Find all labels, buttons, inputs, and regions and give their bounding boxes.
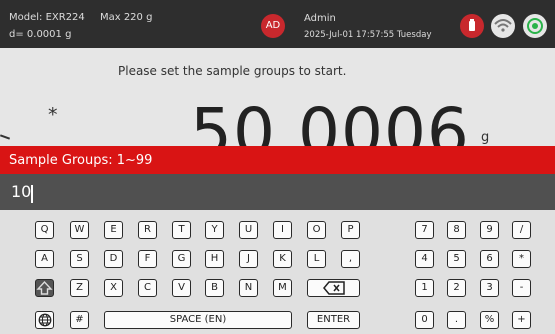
globe-icon: [38, 313, 51, 327]
key-f[interactable]: F: [138, 250, 157, 268]
sample-groups-header: Sample Groups: 1~99: [0, 146, 555, 174]
key-d[interactable]: D: [104, 250, 123, 268]
key-0[interactable]: 0: [415, 311, 434, 329]
max-capacity: Max 220 g: [99, 12, 153, 23]
model-info: Model: EXR224 Max 220 g: [9, 12, 164, 23]
usb-icon[interactable]: [460, 14, 484, 38]
key-2[interactable]: 2: [447, 279, 466, 297]
datetime: 2025-Jul-01 17:57:55 Tuesday: [304, 30, 432, 40]
key-percent[interactable]: %: [480, 311, 499, 329]
key-a[interactable]: A: [35, 250, 54, 268]
key-divide[interactable]: /: [512, 221, 531, 239]
start-prompt: Please set the sample groups to start.: [118, 64, 347, 78]
key-6[interactable]: 6: [480, 250, 499, 268]
key-g[interactable]: G: [172, 250, 191, 268]
key-c[interactable]: C: [138, 279, 157, 297]
resolution-label: d= 0.0001 g: [9, 29, 72, 40]
key-w[interactable]: W: [70, 221, 89, 239]
weight-readout: 50.0006: [190, 94, 470, 146]
key-z[interactable]: Z: [70, 279, 89, 297]
key-v[interactable]: V: [172, 279, 191, 297]
key-1[interactable]: 1: [415, 279, 434, 297]
key-decimal[interactable]: .: [447, 311, 466, 329]
asterisk-indicator: *: [48, 104, 58, 126]
key-5[interactable]: 5: [447, 250, 466, 268]
key-hash[interactable]: #: [70, 311, 89, 329]
backspace-icon: [322, 281, 345, 295]
shift-key[interactable]: [35, 279, 54, 297]
key-8[interactable]: 8: [447, 221, 466, 239]
key-s[interactable]: S: [70, 250, 89, 268]
key-t[interactable]: T: [172, 221, 191, 239]
weighing-panel: Please set the sample groups to start. *…: [0, 48, 555, 146]
target-icon[interactable]: [523, 14, 547, 38]
key-k[interactable]: K: [273, 250, 292, 268]
space-key[interactable]: SPACE (EN): [104, 311, 292, 329]
backspace-key[interactable]: [307, 279, 360, 297]
enter-key[interactable]: ENTER: [307, 311, 360, 329]
key-x[interactable]: X: [104, 279, 123, 297]
key-9[interactable]: 9: [480, 221, 499, 239]
model-label: Model: EXR224: [9, 12, 85, 23]
onscreen-keyboard: Q W E R T Y U I O P A S D F G H J K L , …: [0, 210, 555, 334]
shift-arrow-icon: [36, 280, 53, 295]
key-h[interactable]: H: [205, 250, 224, 268]
top-status-bar: Model: EXR224 Max 220 g d= 0.0001 g AD A…: [0, 0, 555, 48]
key-plus[interactable]: +: [512, 311, 531, 329]
key-3[interactable]: 3: [480, 279, 499, 297]
key-q[interactable]: Q: [35, 221, 54, 239]
key-m[interactable]: M: [273, 279, 292, 297]
key-e[interactable]: E: [104, 221, 123, 239]
key-r[interactable]: R: [138, 221, 157, 239]
stability-mark: [0, 134, 11, 140]
sample-groups-input[interactable]: 10: [0, 174, 555, 210]
avatar[interactable]: AD: [261, 14, 285, 38]
key-comma[interactable]: ,: [341, 250, 360, 268]
key-y[interactable]: Y: [205, 221, 224, 239]
key-u[interactable]: U: [239, 221, 258, 239]
key-4[interactable]: 4: [415, 250, 434, 268]
key-l[interactable]: L: [307, 250, 326, 268]
key-p[interactable]: P: [341, 221, 360, 239]
sample-groups-label: Sample Groups: 1~99: [9, 153, 153, 168]
key-b[interactable]: B: [205, 279, 224, 297]
key-minus[interactable]: -: [512, 279, 531, 297]
sample-groups-value[interactable]: 10: [11, 182, 31, 201]
weight-unit: g: [481, 130, 490, 145]
language-key[interactable]: [35, 311, 54, 329]
text-caret: [31, 185, 33, 203]
user-name: Admin: [304, 13, 336, 24]
key-o[interactable]: O: [307, 221, 326, 239]
key-multiply[interactable]: *: [512, 250, 531, 268]
key-n[interactable]: N: [239, 279, 258, 297]
wifi-icon[interactable]: [491, 14, 515, 38]
key-i[interactable]: I: [273, 221, 292, 239]
key-7[interactable]: 7: [415, 221, 434, 239]
key-j[interactable]: J: [239, 250, 258, 268]
